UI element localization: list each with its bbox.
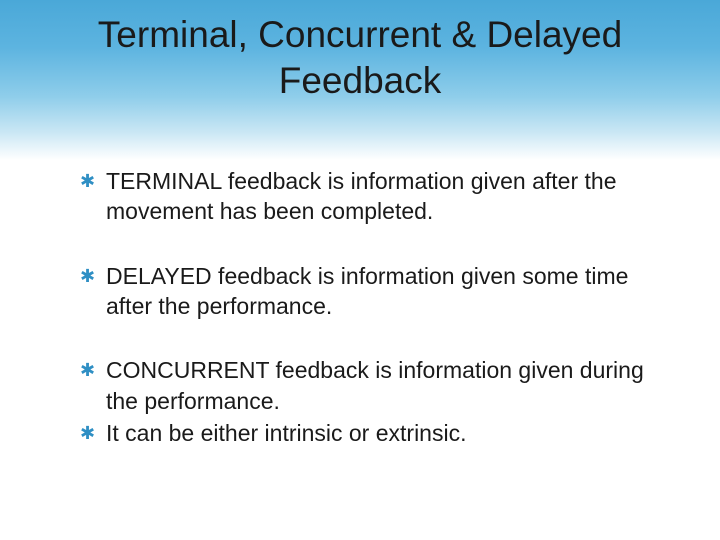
bullet-text: CONCURRENT feedback is information given… [106,355,650,416]
bullet-group: ✱ CONCURRENT feedback is information giv… [80,355,650,448]
bullet-star-icon: ✱ [80,355,106,383]
bullet-star-icon: ✱ [80,261,106,289]
slide-body: ✱ TERMINAL feedback is information given… [80,166,650,451]
bullet-text: It can be either intrinsic or extrinsic. [106,418,650,448]
bullet-text: DELAYED feedback is information given so… [106,261,650,322]
list-item: ✱ CONCURRENT feedback is information giv… [80,355,650,416]
bullet-group: ✱ DELAYED feedback is information given … [80,261,650,322]
bullet-star-icon: ✱ [80,166,106,194]
bullet-star-icon: ✱ [80,418,106,446]
list-item: ✱ It can be either intrinsic or extrinsi… [80,418,650,448]
bullet-group: ✱ TERMINAL feedback is information given… [80,166,650,227]
slide-title: Terminal, Concurrent & Delayed Feedback [0,12,720,105]
bullet-text: TERMINAL feedback is information given a… [106,166,650,227]
list-item: ✱ DELAYED feedback is information given … [80,261,650,322]
list-item: ✱ TERMINAL feedback is information given… [80,166,650,227]
